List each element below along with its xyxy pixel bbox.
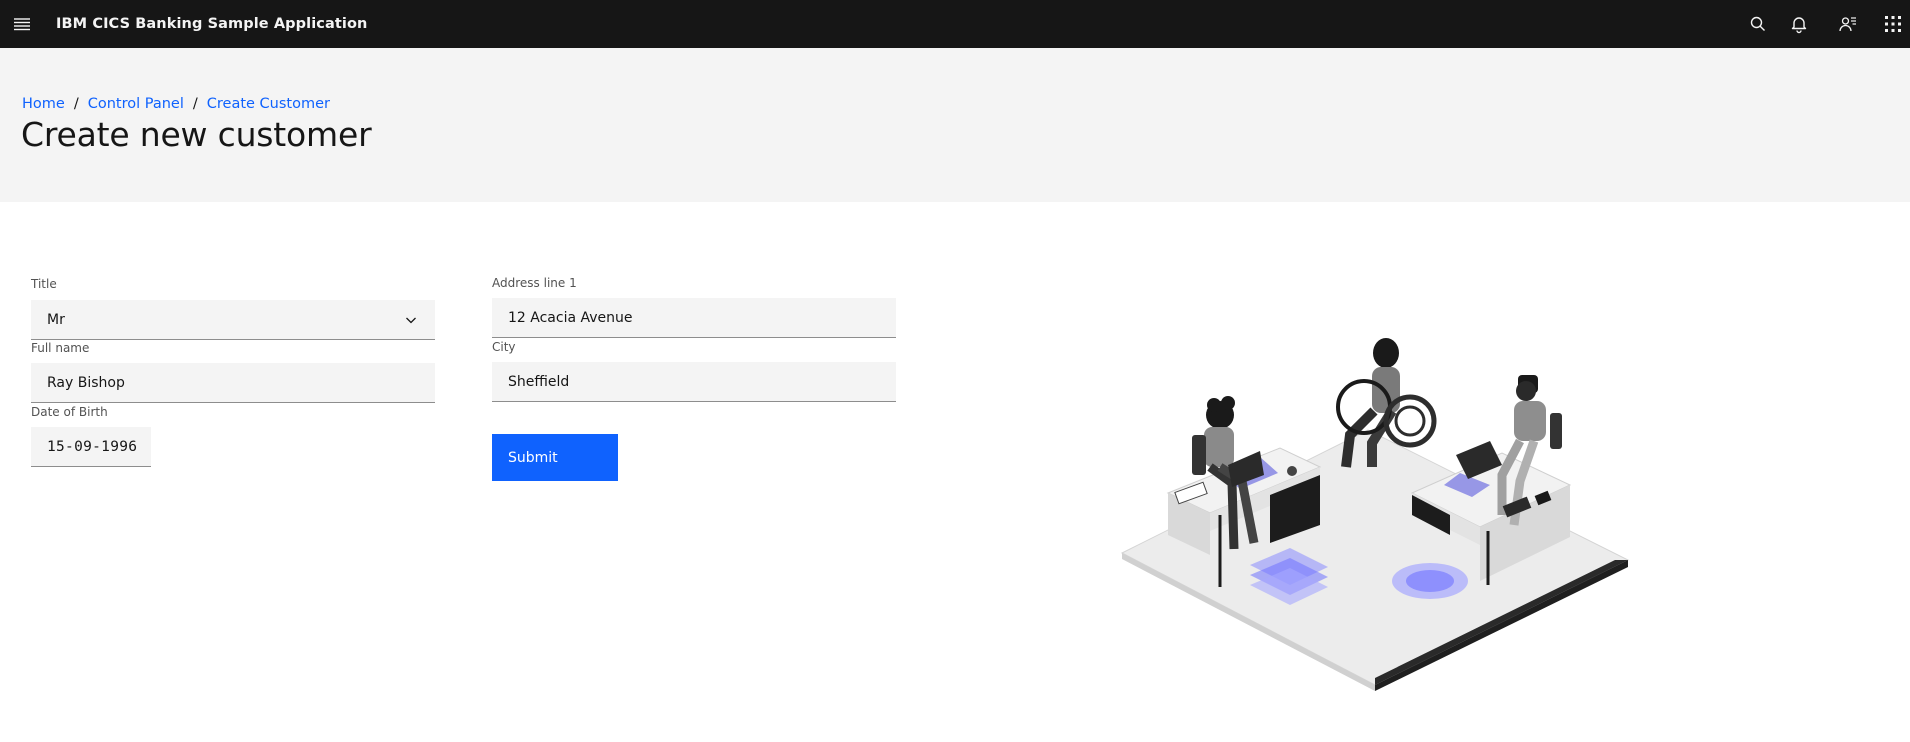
breadcrumb: Home / Control Panel / Create Customer	[22, 96, 330, 112]
notification-icon[interactable]	[1789, 14, 1809, 34]
breadcrumb-separator: /	[192, 96, 198, 112]
app-switcher-icon[interactable]	[1883, 14, 1903, 34]
chevron-down-icon	[405, 314, 417, 326]
menu-icon[interactable]	[12, 14, 32, 34]
dob-value: 15-09-1996	[47, 438, 138, 455]
title-select[interactable]: Mr	[31, 300, 435, 340]
top-header: IBM CICS Banking Sample Application	[0, 0, 1910, 48]
full-name-value: Ray Bishop	[47, 374, 125, 391]
title-select-value: Mr	[47, 311, 65, 328]
breadcrumb-control-panel[interactable]: Control Panel	[88, 96, 184, 112]
breadcrumb-home[interactable]: Home	[22, 96, 65, 112]
city-input[interactable]: Sheffield	[492, 362, 896, 402]
address-line-1-input[interactable]: 12 Acacia Avenue	[492, 298, 896, 338]
address-line-1-label: Address line 1	[492, 276, 577, 290]
user-switcher-icon[interactable]	[1838, 14, 1858, 34]
full-name-input[interactable]: Ray Bishop	[31, 363, 435, 403]
full-name-label: Full name	[31, 341, 90, 355]
search-icon[interactable]	[1748, 14, 1768, 34]
city-label: City	[492, 340, 516, 354]
title-label: Title	[31, 277, 57, 291]
office-illustration	[1110, 335, 1650, 695]
dob-label: Date of Birth	[31, 405, 108, 419]
city-value: Sheffield	[508, 373, 570, 390]
breadcrumb-create-customer[interactable]: Create Customer	[207, 96, 330, 112]
dob-input[interactable]: 15-09-1996	[31, 427, 151, 467]
app-name[interactable]: IBM CICS Banking Sample Application	[56, 0, 367, 48]
page-header-section: Home / Control Panel / Create Customer C…	[0, 48, 1910, 202]
address-line-1-value: 12 Acacia Avenue	[508, 309, 633, 326]
submit-button[interactable]: Submit	[492, 434, 618, 481]
page-title: Create new customer	[21, 115, 372, 154]
breadcrumb-separator: /	[73, 96, 79, 112]
